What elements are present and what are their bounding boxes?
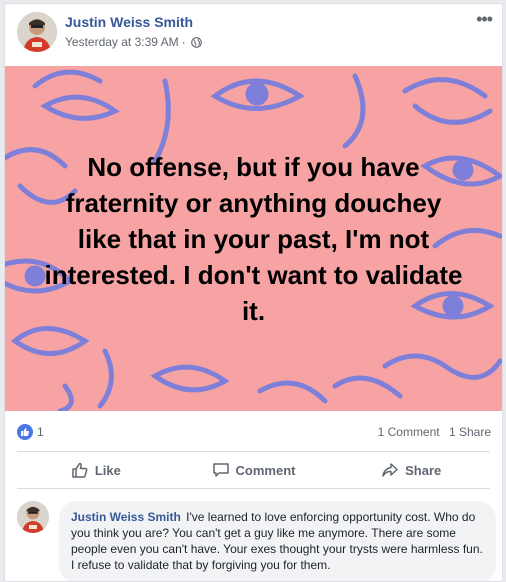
like-reaction-badge[interactable] (17, 424, 33, 440)
comment-count[interactable]: 1 Comment (378, 425, 440, 439)
share-button-label: Share (405, 462, 442, 478)
meta-separator: · (181, 35, 186, 49)
comment-bubble: Justin Weiss Smith I've learned to love … (59, 501, 496, 581)
comment-button-label: Comment (235, 462, 296, 478)
thumbs-up-icon (21, 428, 30, 436)
share-arrow-icon (382, 463, 398, 477)
commenter-avatar[interactable] (17, 501, 49, 533)
avatar-image (17, 501, 49, 533)
like-button[interactable]: Like (17, 452, 175, 488)
globe-icon[interactable] (190, 36, 202, 48)
like-count[interactable]: 1 (37, 425, 44, 439)
post-card: Justin Weiss Smith Yesterday at 3:39 AM … (4, 3, 503, 582)
post-header: Justin Weiss Smith Yesterday at 3:39 AM … (5, 4, 502, 66)
share-button[interactable]: Share (332, 452, 490, 488)
thumbs-up-outline-icon (72, 462, 88, 478)
author-name[interactable]: Justin Weiss Smith (65, 14, 193, 30)
status-text: No offense, but if you have fraternity o… (44, 151, 463, 326)
comment-bubble-icon (212, 463, 229, 477)
post-meta: Yesterday at 3:39 AM · (65, 35, 202, 49)
status-background: No offense, but if you have fraternity o… (5, 66, 502, 411)
share-count[interactable]: 1 Share (449, 425, 491, 439)
comment-button[interactable]: Comment (175, 452, 333, 488)
like-button-label: Like (94, 462, 121, 478)
engagement-stats: 1 Comment 1 Share (372, 425, 491, 439)
reaction-summary: 1 1 Comment 1 Share (5, 411, 502, 451)
commenter-name[interactable]: Justin Weiss Smith (71, 510, 181, 524)
post-timestamp[interactable]: Yesterday at 3:39 AM (65, 35, 179, 49)
more-options-icon[interactable]: ••• (476, 9, 493, 30)
author-avatar[interactable] (17, 12, 57, 52)
avatar-image (17, 12, 57, 52)
post-actions: Like Comment Share (17, 451, 490, 489)
